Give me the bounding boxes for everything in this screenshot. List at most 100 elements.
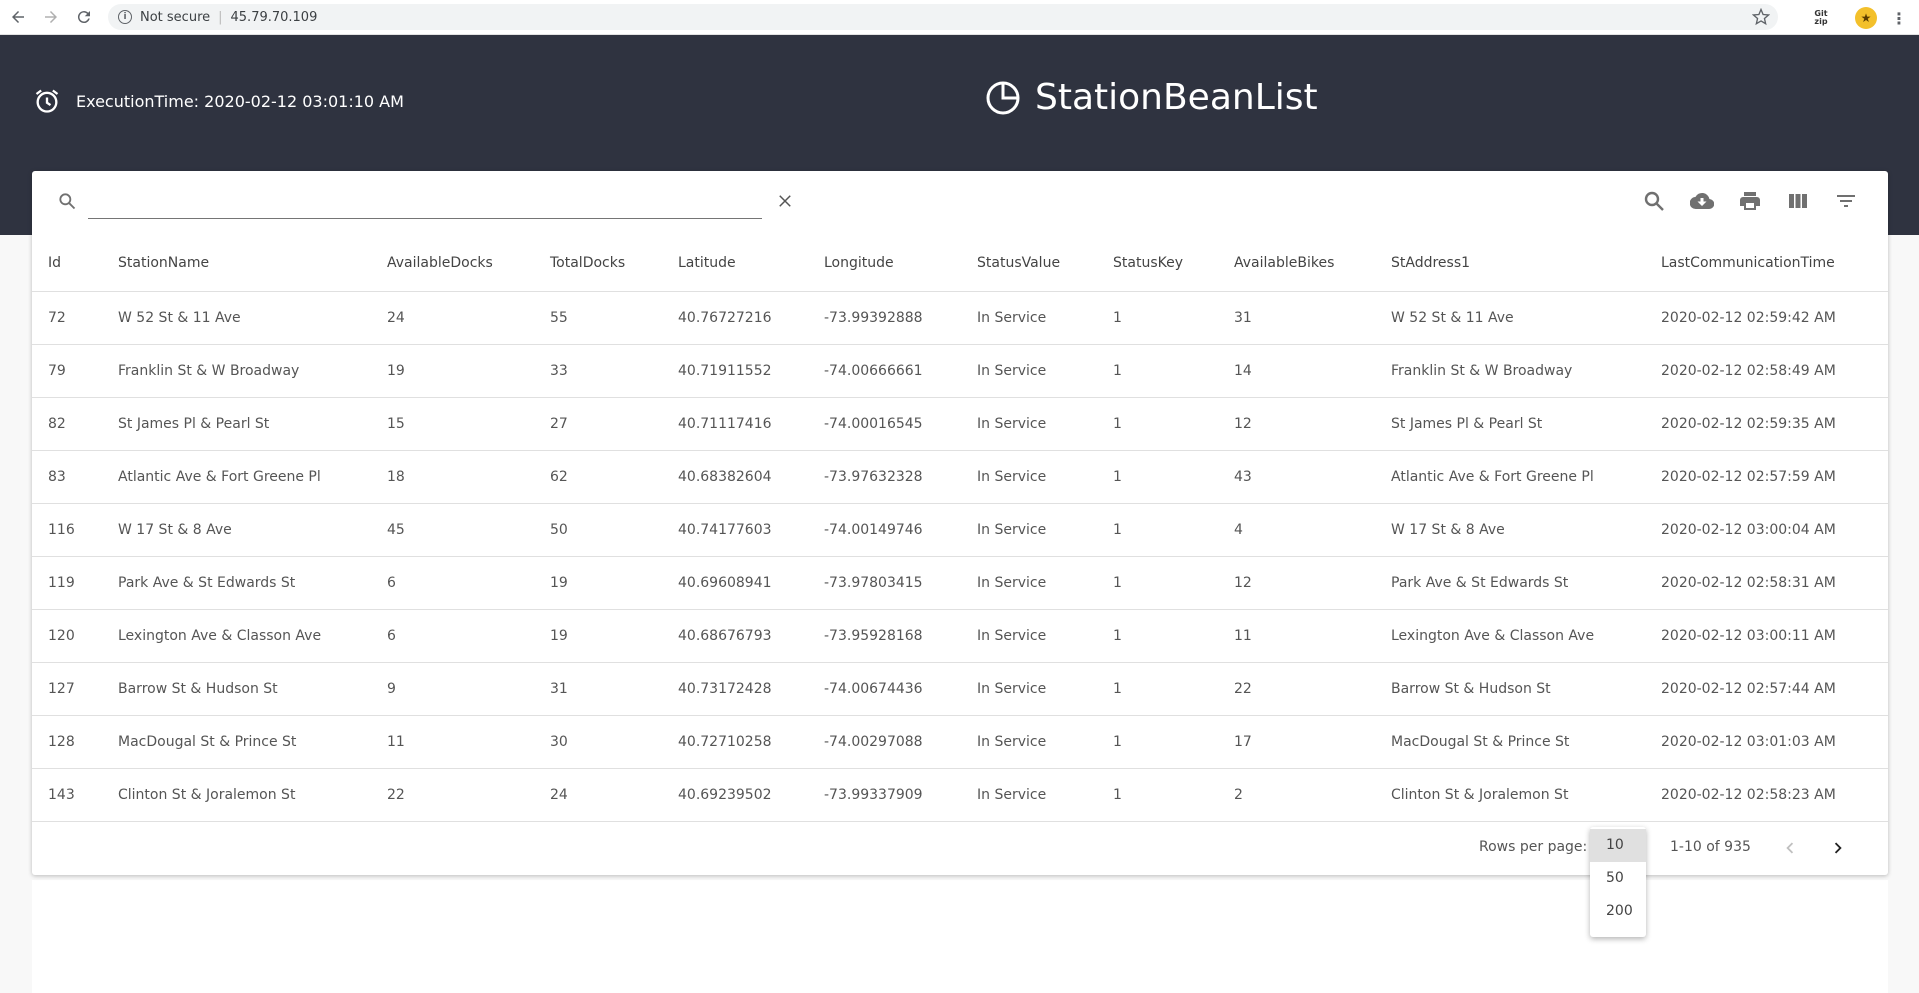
kebab-menu-icon[interactable]: ⋮ <box>1888 7 1910 29</box>
table-cell: 40.69608941 <box>678 556 824 610</box>
table-cell: In Service <box>977 662 1113 716</box>
table-cell: 27 <box>550 397 678 451</box>
table-cell: 128 <box>32 715 118 769</box>
table-cell: -73.97803415 <box>824 556 977 610</box>
table-cell: 2020-02-12 02:58:49 AM <box>1661 344 1888 398</box>
search-input[interactable] <box>88 185 762 219</box>
column-header[interactable]: Id <box>32 235 118 292</box>
table-cell: 6 <box>387 609 550 663</box>
table-cell: 45 <box>387 503 550 557</box>
print-icon[interactable] <box>1738 189 1762 213</box>
table-cell: 40.68382604 <box>678 450 824 504</box>
table-row[interactable]: 79 Franklin St & W Broadway 19 33 40.7191155… <box>32 344 1888 398</box>
table-row[interactable]: 128 MacDougal St & Prince St 11 30 40.727102… <box>32 715 1888 769</box>
table-toolbar <box>32 171 1888 235</box>
download-icon[interactable] <box>1690 189 1714 213</box>
table-cell: In Service <box>977 450 1113 504</box>
table-cell: 22 <box>387 768 550 822</box>
table-cell: 79 <box>32 344 118 398</box>
column-header[interactable]: StatusValue <box>977 235 1113 292</box>
table-cell: -74.00016545 <box>824 397 977 451</box>
profile-avatar[interactable]: ★ <box>1855 7 1877 29</box>
clear-search-icon[interactable] <box>776 192 794 210</box>
table-row[interactable]: 116 W 17 St & 8 Ave 45 50 40.74177603 -74.001… <box>32 503 1888 557</box>
bookmark-star-icon[interactable] <box>1752 8 1770 26</box>
table-cell: 19 <box>387 344 550 398</box>
table-row[interactable]: 119 Park Ave & St Edwards St 6 19 40.6960894… <box>32 556 1888 610</box>
page-title: StationBeanList <box>985 77 1318 118</box>
table-row[interactable]: 72 W 52 St & 11 Ave 24 55 40.76727216 -73.993… <box>32 291 1888 345</box>
table-cell: -74.00666661 <box>824 344 977 398</box>
table-cell: 19 <box>550 609 678 663</box>
table-header-row: Id StationName AvailableDocks TotalDocks… <box>32 235 1888 292</box>
reload-icon[interactable] <box>69 2 99 32</box>
table-cell: 12 <box>1234 397 1391 451</box>
table-cell: 33 <box>550 344 678 398</box>
table-cell: W 17 St & 8 Ave <box>1391 503 1661 557</box>
column-header[interactable]: Longitude <box>824 235 977 292</box>
table-row[interactable]: 127 Barrow St & Hudson St 9 31 40.73172428 -7… <box>32 662 1888 716</box>
table-cell: 120 <box>32 609 118 663</box>
column-header[interactable]: Latitude <box>678 235 824 292</box>
previous-page-icon[interactable] <box>1779 837 1801 859</box>
search-icon[interactable] <box>1642 189 1666 213</box>
table-cell: 40.68676793 <box>678 609 824 663</box>
table-cell: St James Pl & Pearl St <box>1391 397 1661 451</box>
table-row[interactable]: 120 Lexington Ave & Classon Ave 6 19 40.6867… <box>32 609 1888 663</box>
table-cell: 15 <box>387 397 550 451</box>
table-cell: Atlantic Ave & Fort Greene Pl <box>1391 450 1661 504</box>
table-cell: Franklin St & W Broadway <box>118 344 387 398</box>
table-cell: 82 <box>32 397 118 451</box>
next-page-icon[interactable] <box>1827 837 1849 859</box>
column-header[interactable]: StatusKey <box>1113 235 1234 292</box>
table-cell: W 17 St & 8 Ave <box>118 503 387 557</box>
back-icon[interactable] <box>3 2 33 32</box>
table-row[interactable]: 143 Clinton St & Joralemon St 22 24 40.69239… <box>32 768 1888 822</box>
address-separator: | <box>218 9 223 25</box>
rows-option[interactable]: 10 <box>1590 829 1646 862</box>
table-cell: In Service <box>977 291 1113 345</box>
table-cell: 55 <box>550 291 678 345</box>
table-cell: 1 <box>1113 450 1234 504</box>
table-cell: 2020-02-12 02:59:35 AM <box>1661 397 1888 451</box>
view-columns-icon[interactable] <box>1786 189 1810 213</box>
rows-option[interactable]: 200 <box>1590 895 1646 928</box>
table-cell: 31 <box>550 662 678 716</box>
table-cell: 40.71117416 <box>678 397 824 451</box>
column-header[interactable]: AvailableDocks <box>387 235 550 292</box>
rows-option[interactable]: 50 <box>1590 862 1646 895</box>
column-header[interactable]: TotalDocks <box>550 235 678 292</box>
table-cell: 1 <box>1113 397 1234 451</box>
forward-icon[interactable] <box>36 2 66 32</box>
table-cell: -73.99337909 <box>824 768 977 822</box>
filter-icon[interactable] <box>1834 189 1858 213</box>
column-header[interactable]: StationName <box>118 235 387 292</box>
column-header[interactable]: AvailableBikes <box>1234 235 1391 292</box>
table-cell: 2020-02-12 02:57:44 AM <box>1661 662 1888 716</box>
table-cell: 50 <box>550 503 678 557</box>
gitzip-extension-icon[interactable]: Git zip <box>1810 7 1832 29</box>
table-cell: 31 <box>1234 291 1391 345</box>
table-cell: 2020-02-12 03:01:03 AM <box>1661 715 1888 769</box>
table-row[interactable]: 83 Atlantic Ave & Fort Greene Pl 18 62 40.68… <box>32 450 1888 504</box>
column-header[interactable]: LastCommunicationTime <box>1661 235 1888 292</box>
table-cell: St James Pl & Pearl St <box>118 397 387 451</box>
table-cell: 18 <box>387 450 550 504</box>
table-cell: W 52 St & 11 Ave <box>1391 291 1661 345</box>
address-bar[interactable]: i Not secure | 45.79.70.109 <box>108 4 1778 30</box>
table-cell: 1 <box>1113 291 1234 345</box>
table-cell: 2020-02-12 03:00:11 AM <box>1661 609 1888 663</box>
alarm-clock-icon <box>35 89 59 113</box>
table-cell: W 52 St & 11 Ave <box>118 291 387 345</box>
table-cell: 1 <box>1113 662 1234 716</box>
table-cell: -73.99392888 <box>824 291 977 345</box>
table-row[interactable]: 82 St James Pl & Pearl St 15 27 40.71117416-… <box>32 397 1888 451</box>
data-table-card: Id StationName AvailableDocks TotalDocks… <box>32 171 1888 875</box>
table-cell: 1 <box>1113 344 1234 398</box>
table-cell: 40.69239502 <box>678 768 824 822</box>
column-header[interactable]: StAddress1 <box>1391 235 1661 292</box>
table-cell: 1 <box>1113 715 1234 769</box>
info-icon[interactable]: i <box>118 10 132 24</box>
pie-logo-icon <box>986 81 1020 114</box>
table-cell: -73.95928168 <box>824 609 977 663</box>
